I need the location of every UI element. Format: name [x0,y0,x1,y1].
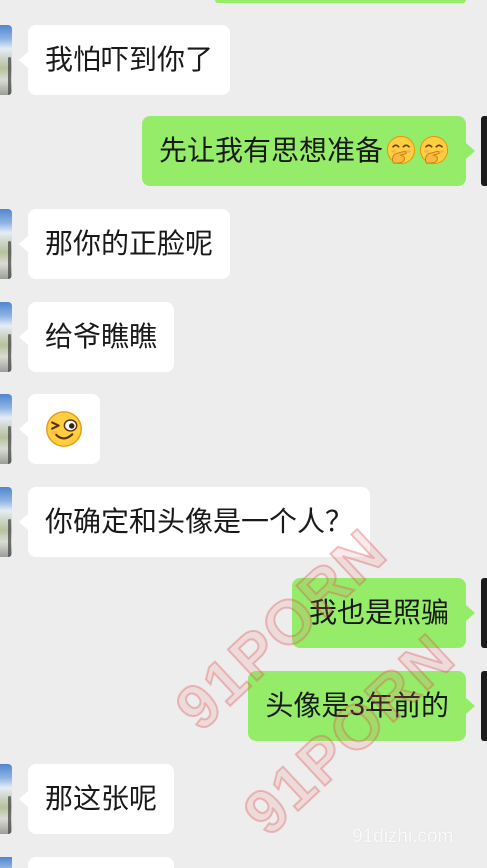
message-bubble[interactable]: 我怕吓到你了 [18,25,231,95]
message-row: 那这张呢 [0,764,487,834]
message-row: 那你的正脸呢 [0,209,487,279]
message-text: 头像是3年前的 [265,690,449,721]
message-row [0,394,487,464]
my-avatar[interactable] [481,671,487,741]
partial-message-bubble[interactable] [28,857,174,868]
hand-over-mouth-emoji [386,135,416,165]
contact-avatar[interactable] [0,764,12,834]
partial-message-bubble[interactable] [215,0,466,3]
message-row: 你确定和头像是一个人？ [0,487,487,557]
message-bubble[interactable] [19,394,100,464]
contact-avatar[interactable] [0,209,12,279]
message-row: 先让我有思想准备 [0,116,487,186]
message-text: 先让我有思想准备 [158,135,383,166]
message-bubble[interactable]: 头像是3年前的 [248,671,475,741]
message-bubble[interactable]: 你确定和头像是一个人？ [18,487,371,557]
my-avatar[interactable] [481,578,487,648]
message-row: 给爷瞧瞧 [0,302,487,372]
message-text: 那这张呢 [45,783,158,814]
message-bubble[interactable]: 我也是照骗 [291,578,476,648]
contact-avatar[interactable] [0,394,12,464]
message-row: 头像是3年前的 [0,671,487,741]
message-bubble[interactable]: 先让我有思想准备 [141,116,476,186]
hand-over-mouth-emoji [419,135,449,165]
message-text: 给爷瞧瞧 [45,321,158,352]
contact-avatar[interactable] [0,25,12,95]
my-avatar[interactable] [481,116,487,186]
message-bubble[interactable]: 那这张呢 [18,764,175,834]
contact-avatar[interactable] [0,302,12,372]
message-text: 我也是照骗 [308,597,449,628]
message-text: 那你的正脸呢 [45,228,214,259]
message-text: 我怕吓到你了 [45,44,214,75]
message-bubble[interactable]: 那你的正脸呢 [18,209,231,279]
contact-avatar[interactable] [0,857,12,868]
wink-emoji [45,410,83,448]
message-row: 我怕吓到你了 [0,25,487,95]
message-bubble[interactable]: 给爷瞧瞧 [18,302,175,372]
contact-avatar[interactable] [0,487,12,557]
message-text: 你确定和头像是一个人？ [45,506,354,537]
message-row: 我也是照骗 [0,578,487,648]
